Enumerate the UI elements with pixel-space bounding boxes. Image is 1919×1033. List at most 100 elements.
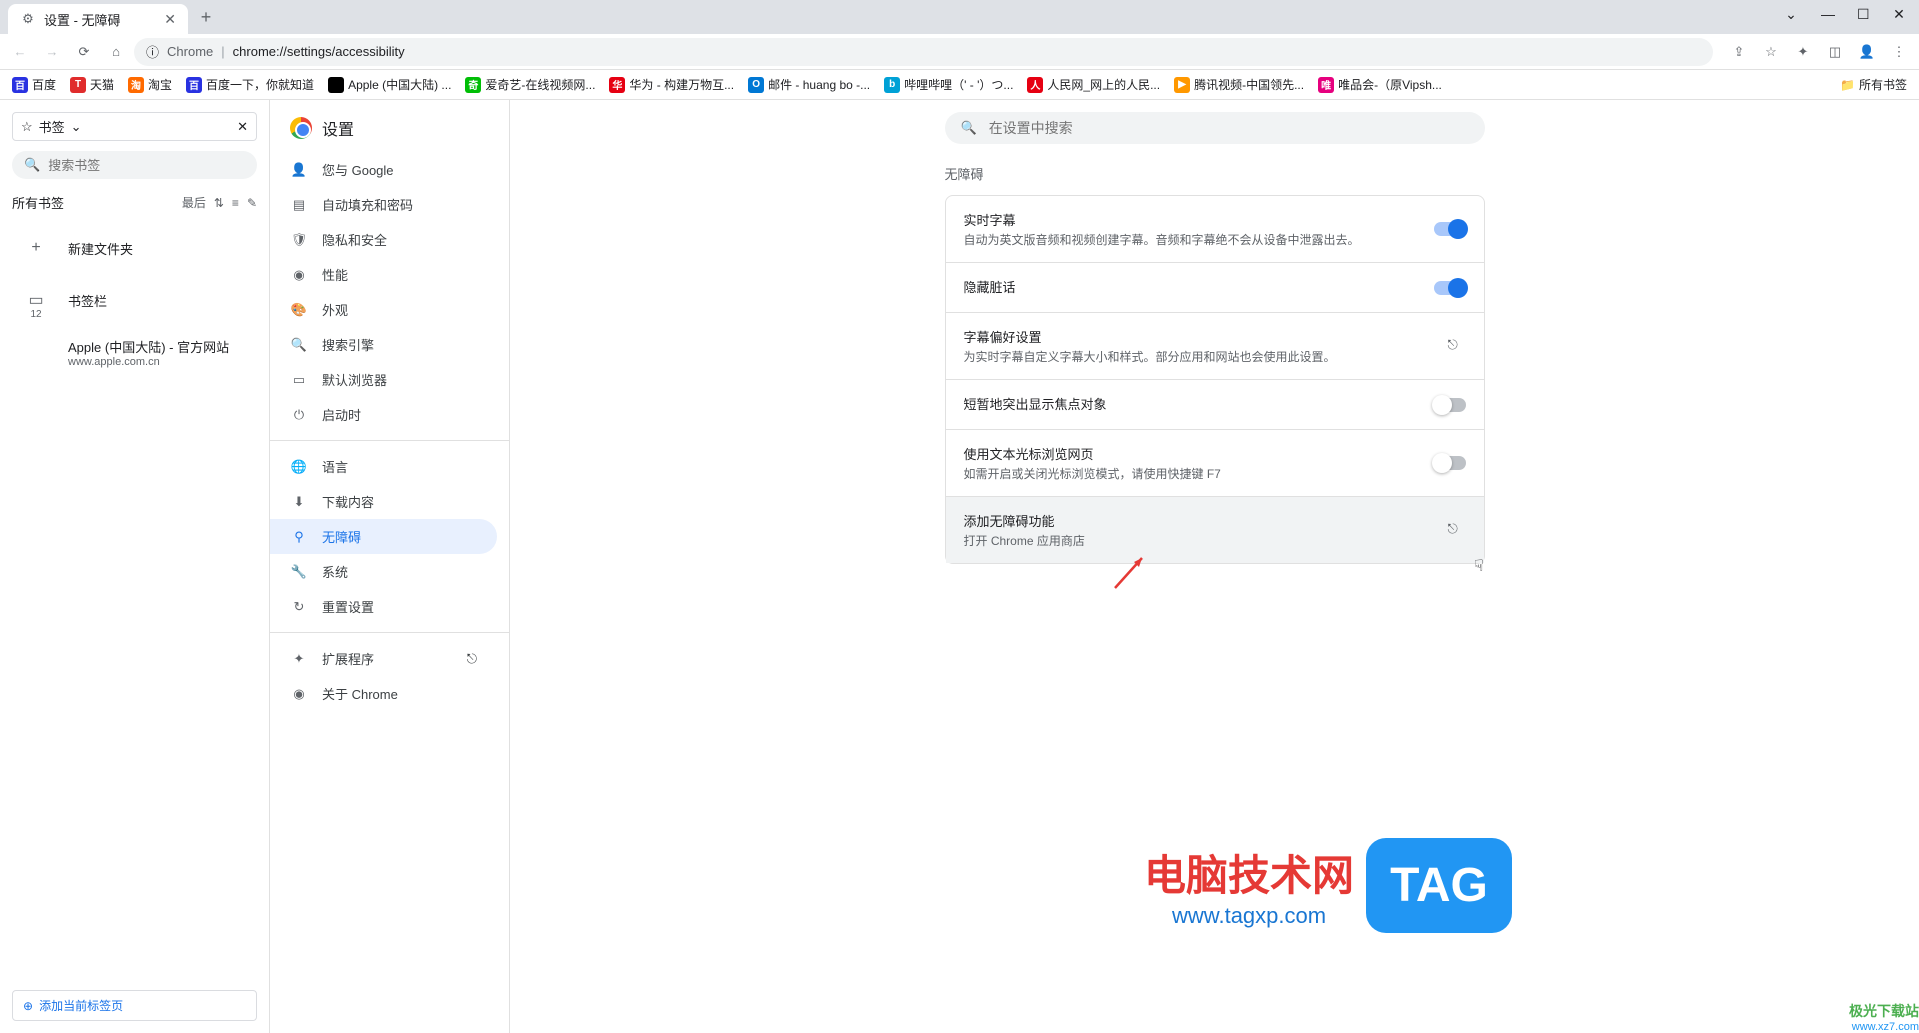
url-scheme: Chrome xyxy=(167,44,213,59)
shield-icon: 🛡 xyxy=(290,232,308,248)
bookmark-side-panel: ☆ 书签 ⌄ ✕ 🔍 所有书签 最后 ⇅ ≡ ✎ + 新建文件夹 ▭12 书签栏 xyxy=(0,100,270,1033)
bookmark-item[interactable]: T天猫 xyxy=(64,72,120,97)
search-icon: 🔍 xyxy=(290,337,308,353)
settings-search[interactable]: 🔍 xyxy=(945,112,1485,144)
watermark-title: 电脑技术网 xyxy=(1144,842,1354,903)
nav-divider xyxy=(270,632,509,633)
bookmark-item[interactable]: O邮件 - huang bo -... xyxy=(742,72,876,97)
toggle-switch[interactable] xyxy=(1434,222,1466,236)
watermark-url: www.tagxp.com xyxy=(1172,903,1326,929)
download-icon: ⬇ xyxy=(290,494,308,510)
menu-icon[interactable]: ⋮ xyxy=(1885,38,1913,66)
bookmark-search[interactable]: 🔍 xyxy=(12,151,257,179)
extension-icon: ✦ xyxy=(290,651,308,667)
nav-search-engine[interactable]: 🔍搜索引擎 xyxy=(270,327,497,362)
nav-system[interactable]: 🔧系统 xyxy=(270,554,497,589)
settings-search-input[interactable] xyxy=(989,120,1469,136)
settings-title: 设置 xyxy=(322,116,354,140)
nav-startup[interactable]: ⏻启动时 xyxy=(270,397,497,432)
nav-privacy[interactable]: 🛡隐私和安全 xyxy=(270,222,497,257)
nav-autofill[interactable]: ▤自动填充和密码 xyxy=(270,187,497,222)
star-icon: ☆ xyxy=(21,119,33,135)
toggle-switch[interactable] xyxy=(1434,281,1466,295)
nav-performance[interactable]: ◉性能 xyxy=(270,257,497,292)
external-link-icon: ⎋ xyxy=(467,651,477,667)
bookmark-item[interactable]: b哔哩哔哩（' - '）つ... xyxy=(878,72,1019,97)
bookmark-item[interactable]: ▶腾讯视频-中国领先... xyxy=(1168,72,1310,97)
edit-icon[interactable]: ✎ xyxy=(247,196,257,210)
profile-icon[interactable]: 👤 xyxy=(1853,38,1881,66)
bookmark-entry-apple[interactable]: Apple (中国大陆) - 官方网站 www.apple.com.cn xyxy=(12,326,257,378)
bookmark-list-header: 所有书签 最后 ⇅ ≡ ✎ xyxy=(12,193,257,212)
settings-sidebar: 设置 👤您与 Google ▤自动填充和密码 🛡隐私和安全 ◉性能 🎨外观 🔍搜… xyxy=(270,100,510,1033)
external-link-icon: ⎋ xyxy=(1448,521,1466,539)
setting-add-accessibility[interactable]: 添加无障碍功能打开 Chrome 应用商店 ⎋ xyxy=(946,497,1484,563)
browser-tab[interactable]: ⚙ 设置 - 无障碍 ✕ xyxy=(8,4,188,34)
back-button[interactable]: ← xyxy=(6,38,34,66)
sidepanel-icon[interactable]: ◫ xyxy=(1821,38,1849,66)
nav-reset[interactable]: ↻重置设置 xyxy=(270,589,497,624)
bookmark-item[interactable]: 百百度 xyxy=(6,72,62,97)
paint-icon: 🎨 xyxy=(290,302,308,318)
add-current-tab-button[interactable]: ⊕ 添加当前标签页 xyxy=(12,990,257,1021)
bookmark-item[interactable]: Apple (中国大陆) ... xyxy=(322,72,457,97)
tab-title: 设置 - 无障碍 xyxy=(44,10,121,29)
bookmark-item[interactable]: 奇爱奇艺-在线视频网... xyxy=(459,72,601,97)
close-panel-icon[interactable]: ✕ xyxy=(237,119,248,135)
setting-hide-profanity[interactable]: 隐藏脏话 xyxy=(946,263,1484,313)
minimize-button[interactable]: — xyxy=(1821,6,1833,23)
tab-bar: ⚙ 设置 - 无障碍 ✕ + xyxy=(0,0,1919,34)
accessibility-card: 实时字幕自动为英文版音频和视频创建字幕。音频和字幕绝不会从设备中泄露出去。 隐藏… xyxy=(945,195,1485,564)
setting-live-caption[interactable]: 实时字幕自动为英文版音频和视频创建字幕。音频和字幕绝不会从设备中泄露出去。 xyxy=(946,196,1484,263)
toggle-switch[interactable] xyxy=(1434,398,1466,412)
nav-about-chrome[interactable]: ◉关于 Chrome xyxy=(270,676,497,711)
nav-you-and-google[interactable]: 👤您与 Google xyxy=(270,152,497,187)
sort-label[interactable]: 最后 xyxy=(182,194,206,211)
bookmark-item[interactable]: 百百度一下，你就知道 xyxy=(180,72,320,97)
bookmark-bar-folder[interactable]: ▭12 书签栏 xyxy=(12,274,257,326)
nav-accessibility[interactable]: ⚲无障碍 xyxy=(270,519,497,554)
new-tab-button[interactable]: + xyxy=(192,3,220,31)
wrench-icon: 🔧 xyxy=(290,564,308,580)
bookmark-search-input[interactable] xyxy=(48,158,245,173)
corner-watermark: 极光下载站 www.xz7.com xyxy=(1849,1001,1919,1033)
extensions-icon[interactable]: ✦ xyxy=(1789,38,1817,66)
setting-caption-prefs[interactable]: 字幕偏好设置为实时字幕自定义字幕大小和样式。部分应用和网站也会使用此设置。 ⎋ xyxy=(946,313,1484,380)
bookmark-item[interactable]: 华华为 - 构建万物互... xyxy=(603,72,740,97)
view-icon[interactable]: ≡ xyxy=(232,196,239,210)
forward-button[interactable]: → xyxy=(38,38,66,66)
bookmark-star-icon[interactable]: ☆ xyxy=(1757,38,1785,66)
reload-button[interactable]: ⟳ xyxy=(70,38,98,66)
nav-appearance[interactable]: 🎨外观 xyxy=(270,292,497,327)
autofill-icon: ▤ xyxy=(290,197,308,213)
site-info-icon[interactable]: ⓘ xyxy=(146,42,159,61)
nav-downloads[interactable]: ⬇下载内容 xyxy=(270,484,497,519)
plus-circle-icon: ⊕ xyxy=(23,999,33,1013)
folder-icon: ▭ xyxy=(28,290,43,310)
setting-caret-browsing[interactable]: 使用文本光标浏览网页如需开启或关闭光标浏览模式，请使用快捷键 F7 xyxy=(946,430,1484,497)
chrome-icon: ◉ xyxy=(290,686,308,702)
section-title: 无障碍 xyxy=(945,164,1485,183)
panel-selector[interactable]: ☆ 书签 ⌄ ✕ xyxy=(12,112,257,141)
plus-icon: + xyxy=(31,239,40,257)
filter-icon[interactable]: ⇅ xyxy=(214,196,224,210)
close-button[interactable]: ✕ xyxy=(1893,6,1905,23)
bookmark-item[interactable]: 人人民网_网上的人民... xyxy=(1021,72,1166,97)
toggle-switch[interactable] xyxy=(1434,456,1466,470)
home-button[interactable]: ⌂ xyxy=(102,38,130,66)
close-tab-icon[interactable]: ✕ xyxy=(164,11,176,28)
address-bar[interactable]: ⓘ Chrome | chrome://settings/accessibili… xyxy=(134,38,1713,66)
bookmark-item[interactable]: 唯唯品会-（原Vipsh... xyxy=(1312,72,1448,97)
nav-extensions[interactable]: ✦扩展程序⎋ xyxy=(270,641,497,676)
dropdown-icon[interactable]: ⌄ xyxy=(1785,6,1797,23)
gauge-icon: ◉ xyxy=(290,267,308,283)
nav-language[interactable]: 🌐语言 xyxy=(270,449,497,484)
bookmark-item[interactable]: 淘淘宝 xyxy=(122,72,178,97)
nav-default-browser[interactable]: ▭默认浏览器 xyxy=(270,362,497,397)
settings-page: 设置 👤您与 Google ▤自动填充和密码 🛡隐私和安全 ◉性能 🎨外观 🔍搜… xyxy=(270,100,1919,1033)
all-bookmarks-folder[interactable]: 📁所有书签 xyxy=(1834,72,1913,97)
setting-highlight-focus[interactable]: 短暂地突出显示焦点对象 xyxy=(946,380,1484,430)
share-icon[interactable]: ⇪ xyxy=(1725,38,1753,66)
maximize-button[interactable]: ☐ xyxy=(1857,6,1869,23)
new-folder-button[interactable]: + 新建文件夹 xyxy=(12,222,257,274)
